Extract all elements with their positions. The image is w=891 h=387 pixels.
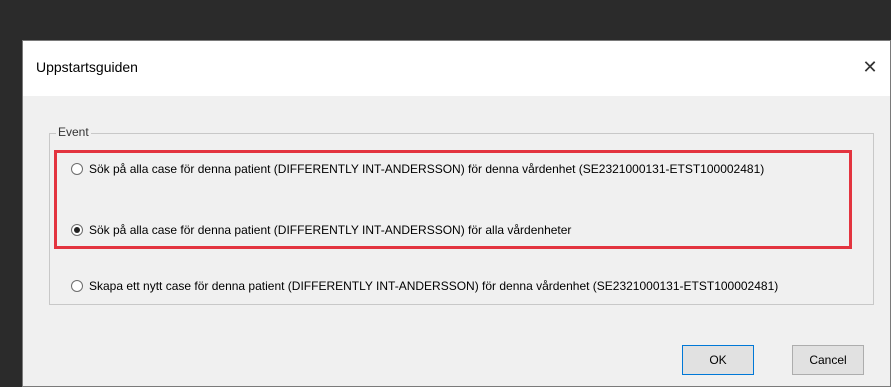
radio-button-search-all-units[interactable]: [71, 224, 83, 236]
ok-button[interactable]: OK: [682, 345, 754, 375]
close-icon: ✕: [862, 56, 878, 77]
dialog-titlebar: Uppstartsguiden ✕: [23, 41, 890, 96]
option-search-this-unit[interactable]: Sök på alla case för denna patient (DIFF…: [71, 162, 764, 176]
cancel-button[interactable]: Cancel: [792, 345, 864, 375]
option-create-new-case[interactable]: Skapa ett nytt case för denna patient (D…: [71, 279, 778, 293]
close-button[interactable]: ✕: [850, 49, 890, 85]
radio-button-create-new-case[interactable]: [71, 280, 83, 292]
dialog-title: Uppstartsguiden: [36, 59, 138, 75]
startup-guide-dialog: Uppstartsguiden ✕ Event Sök på alla case…: [22, 40, 891, 387]
option-label-search-all-units: Sök på alla case för denna patient (DIFF…: [89, 223, 572, 237]
event-group-label: Event: [56, 125, 91, 139]
radio-button-search-this-unit[interactable]: [71, 163, 83, 175]
option-label-search-this-unit: Sök på alla case för denna patient (DIFF…: [89, 162, 765, 176]
option-search-all-units[interactable]: Sök på alla case för denna patient (DIFF…: [71, 223, 571, 237]
option-label-create-new-case: Skapa ett nytt case för denna patient (D…: [89, 279, 779, 293]
